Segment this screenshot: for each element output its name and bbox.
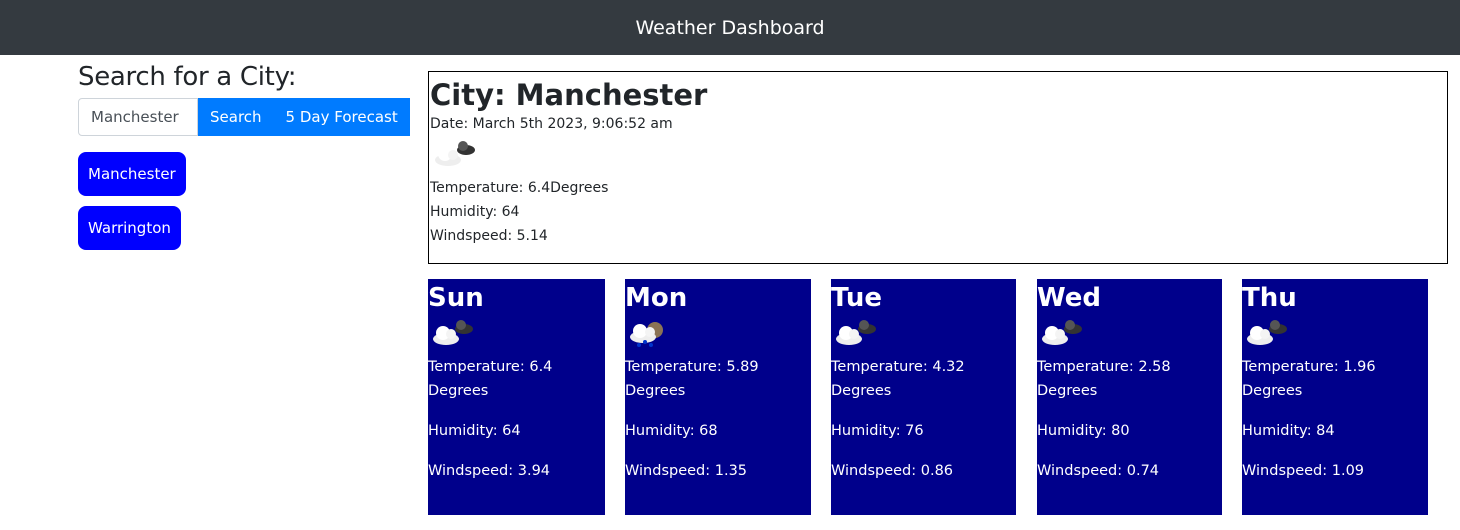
forecast-day: Tue [831,283,883,313]
forecast-unit: Degrees [625,383,686,399]
forecast-humidity: Humidity: 80 [1037,423,1130,439]
forecast-humidity: Humidity: 68 [625,423,718,439]
search-group: Search 5 Day Forecast [78,98,410,136]
forecast-temperature: Temperature: 6.4 [428,359,553,375]
forecast-day: Mon [625,283,688,313]
rain-icon [625,315,675,355]
search-button[interactable]: Search [198,98,274,136]
forecast-day: Sun [428,283,484,313]
forecast-card: Thu Temperature: 1.96 Degrees Humidity: … [1242,279,1428,515]
forecast-humidity: Humidity: 84 [1242,423,1335,439]
city-search-input[interactable] [78,98,198,136]
search-panel: Search for a City: Search 5 Day Forecast… [78,62,410,250]
forecast-windspeed: Windspeed: 1.09 [1242,463,1365,479]
forecast-card: Sun Temperature: 6.4 Degrees Humidity: 6… [428,279,605,515]
cloudy-icon [1037,315,1087,355]
forecast-temperature: Temperature: 5.89 [625,359,759,375]
cloudy-icon [428,315,478,355]
current-temperature: Temperature: 6.4Degrees [430,180,609,196]
current-weather-panel: City: Manchester Date: March 5th 2023, 9… [428,71,1448,264]
forecast-temperature: Temperature: 2.58 [1037,359,1171,375]
search-heading: Search for a City: [78,62,297,92]
cloudy-icon [430,136,480,176]
five-day-forecast-button[interactable]: 5 Day Forecast [273,98,410,136]
current-date: Date: March 5th 2023, 9:06:52 am [430,116,673,132]
forecast-unit: Degrees [1242,383,1303,399]
forecast-humidity: Humidity: 64 [428,423,521,439]
navbar: Weather Dashboard [0,0,1460,55]
current-city: City: Manchester [430,78,708,112]
forecast-card: Mon Temperature: 5.89 Degrees Humidity: … [625,279,811,515]
forecast-temperature: Temperature: 4.32 [831,359,965,375]
forecast-day: Thu [1242,283,1297,313]
cloudy-icon [831,315,881,355]
forecast-unit: Degrees [831,383,892,399]
forecast-windspeed: Windspeed: 3.94 [428,463,551,479]
history-button-warrington[interactable]: Warrington [78,206,181,250]
forecast-windspeed: Windspeed: 0.74 [1037,463,1160,479]
history-button-manchester[interactable]: Manchester [78,152,186,196]
current-windspeed: Windspeed: 5.14 [430,228,548,244]
forecast-card: Tue Temperature: 4.32 Degrees Humidity: … [831,279,1016,515]
forecast-unit: Degrees [428,383,489,399]
forecast-card: Wed Temperature: 2.58 Degrees Humidity: … [1037,279,1222,515]
forecast-windspeed: Windspeed: 0.86 [831,463,954,479]
forecast-windspeed: Windspeed: 1.35 [625,463,748,479]
forecast-day: Wed [1037,283,1101,313]
forecast-humidity: Humidity: 76 [831,423,924,439]
forecast-unit: Degrees [1037,383,1098,399]
app-title: Weather Dashboard [635,16,825,39]
cloudy-icon [1242,315,1292,355]
current-humidity: Humidity: 64 [430,204,520,220]
forecast-temperature: Temperature: 1.96 [1242,359,1376,375]
